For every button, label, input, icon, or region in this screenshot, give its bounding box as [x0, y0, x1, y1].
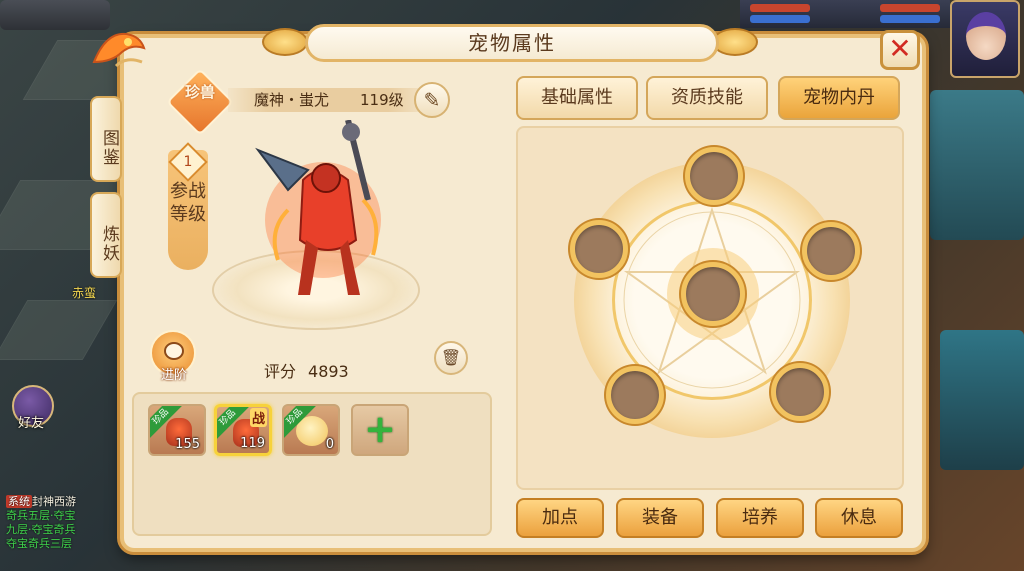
pet-slot-level: 119: [240, 436, 265, 451]
advance-label: 进阶: [160, 368, 187, 383]
chat-line-system: 系统 封神西游: [6, 495, 116, 509]
title-cloud-left-icon: [262, 28, 308, 56]
inner-core-socket-left[interactable]: [570, 220, 628, 278]
rest-button[interactable]: 休息: [815, 498, 903, 538]
lion-face-icon: [164, 342, 184, 360]
system-tag: 系统: [6, 495, 32, 508]
friend-label: 好友: [18, 416, 45, 431]
rarity-text: 珍兽: [184, 83, 215, 101]
add-pet-plus-icon[interactable]: +: [351, 404, 409, 456]
battle-level-label: 参战等级: [170, 181, 206, 225]
battle-tag: 战: [249, 408, 267, 427]
equip-button[interactable]: 装备: [616, 498, 704, 538]
player-avatar[interactable]: [950, 0, 1020, 78]
pet-model-chiyou[interactable]: [248, 120, 398, 310]
avatar-face: [966, 12, 1006, 60]
pet-name: 魔神・蚩尤: [254, 91, 330, 109]
inner-core-socket-center[interactable]: [681, 262, 745, 326]
add-points-button[interactable]: 加点: [516, 498, 604, 538]
tab-pet-inner-core[interactable]: 宠物内丹: [778, 76, 900, 120]
chat-line: 九层·夺宝奇兵: [6, 523, 76, 536]
mp-bar: [880, 15, 940, 23]
chat-line: 奇兵五层·夺宝: [6, 509, 76, 522]
side-tab-refine[interactable]: 炼妖: [90, 192, 122, 278]
hp-bar: [880, 4, 940, 12]
npc-name-label: 赤蛮: [72, 286, 97, 300]
rename-pencil-icon[interactable]: ✎: [414, 82, 450, 118]
tab-basic-attributes[interactable]: 基础属性: [516, 76, 638, 120]
pet-slot-selected[interactable]: 珍品 战 119: [214, 404, 272, 456]
inner-core-socket-top[interactable]: [685, 147, 743, 205]
hp-bar: [750, 4, 810, 12]
tab-aptitude-skills[interactable]: 资质技能: [646, 76, 768, 120]
building-roof: [930, 90, 1024, 240]
chat-log[interactable]: 系统 封神西游 奇兵五层·夺宝 九层·夺宝奇兵 夺宝奇兵三层: [6, 495, 116, 551]
train-button[interactable]: 培养: [716, 498, 804, 538]
pet-name-bar: 魔神・蚩尤 119级: [228, 88, 428, 112]
score-label: 评分: [264, 362, 297, 381]
score-line: 评分 4893: [264, 358, 349, 382]
panel-title: 宠物属性: [305, 24, 719, 62]
pet-slot[interactable]: 珍品 155: [148, 404, 206, 456]
mp-bar: [750, 15, 810, 23]
ground-tile: [0, 300, 118, 360]
close-button[interactable]: ✕: [880, 30, 920, 70]
pet-level: 119级: [360, 91, 404, 109]
chat-text: 封神西游: [32, 495, 76, 508]
inner-core-socket-bottom-right[interactable]: [771, 363, 829, 421]
score-value: 4893: [308, 362, 349, 381]
pet-slot[interactable]: 珍品 0: [282, 404, 340, 456]
side-tab-handbook[interactable]: 图鉴: [90, 96, 122, 182]
top-status-bars: [740, 0, 950, 28]
battle-level-number: 1: [183, 154, 193, 170]
pet-slot-level: 155: [175, 437, 200, 452]
inner-core-socket-bottom-left[interactable]: [606, 366, 664, 424]
release-trash-icon[interactable]: 🗑: [434, 341, 468, 375]
inner-core-socket-right[interactable]: [802, 222, 860, 280]
chat-line: 夺宝奇兵三层: [6, 537, 72, 550]
building-roof: [940, 330, 1024, 470]
phoenix-ornament-icon: [92, 32, 146, 68]
pet-slot-level: 0: [325, 437, 334, 452]
